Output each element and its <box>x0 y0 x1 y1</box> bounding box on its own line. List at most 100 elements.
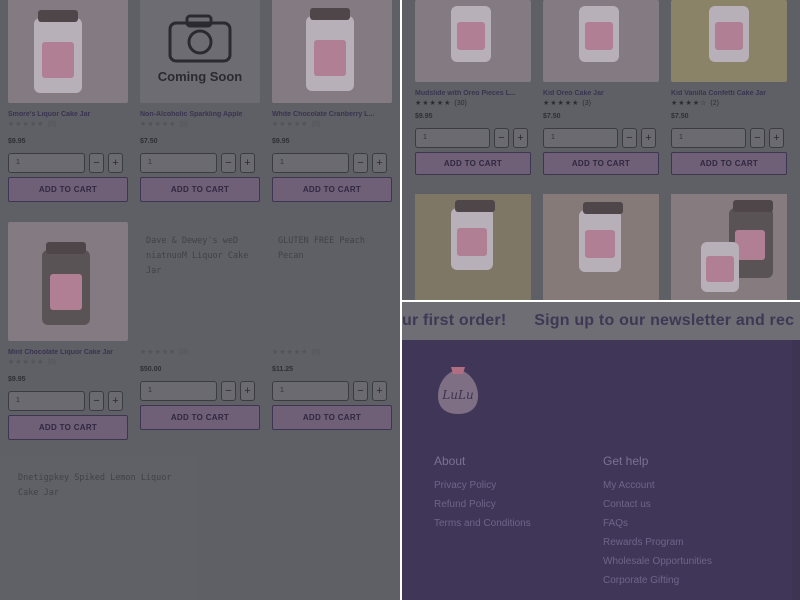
svg-text:LuLu: LuLu <box>441 388 473 402</box>
quantity-input[interactable]: 1 <box>272 153 349 173</box>
quantity-input[interactable]: 1 <box>671 128 746 148</box>
product-image[interactable] <box>8 222 128 341</box>
jar-image <box>42 242 90 325</box>
rating-stars: ★★★★★ (0) <box>140 121 188 128</box>
jar-image <box>709 6 749 62</box>
jar-image <box>579 202 623 272</box>
product-title[interactable]: Non-Alcoholic Sparkling Apple <box>140 111 260 118</box>
product-card: Kid Vanilla Confetti Cake Jar ★★★★☆ (2) $… <box>671 0 787 175</box>
quantity-stepper: 1 − + <box>272 153 392 173</box>
add-to-cart-button[interactable]: ADD TO CART <box>140 405 260 430</box>
product-card: GLUTEN FREE Peach Pecan ★★★★★ (0) $11.25 … <box>272 222 392 430</box>
my-account-link[interactable]: My Account <box>603 480 712 491</box>
product-image[interactable] <box>671 0 787 82</box>
rewards-link[interactable]: Rewards Program <box>603 537 712 548</box>
product-title[interactable]: Mint Chocolate Liquor Cake Jar <box>8 349 128 356</box>
qty-minus-button[interactable]: − <box>353 381 368 401</box>
refund-policy-link[interactable]: Refund Policy <box>434 499 531 510</box>
qty-plus-button[interactable]: + <box>240 381 255 401</box>
qty-plus-button[interactable]: + <box>108 391 123 411</box>
qty-plus-button[interactable]: + <box>108 153 123 173</box>
product-price: $7.50 <box>671 113 689 120</box>
add-to-cart-button[interactable]: ADD TO CART <box>272 177 392 202</box>
product-image[interactable] <box>543 194 659 300</box>
image-alt-text[interactable]: Dnetigpkey Spiked Lemon Liquor Cake Jar <box>0 455 197 558</box>
qty-minus-button[interactable]: − <box>494 128 509 148</box>
quantity-input[interactable]: 1 <box>415 128 490 148</box>
product-image[interactable] <box>543 0 659 82</box>
corporate-gifting-link[interactable]: Corporate Gifting <box>603 575 712 586</box>
rating-stars: ★★★★★ (0) <box>140 349 188 356</box>
add-to-cart-button[interactable]: ADD TO CART <box>272 405 392 430</box>
faqs-link[interactable]: FAQs <box>603 518 712 529</box>
site-footer: ur first order! Sign up to our newslette… <box>402 302 800 600</box>
qty-minus-button[interactable]: − <box>353 153 368 173</box>
product-price: $9.95 <box>272 138 290 145</box>
qty-minus-button[interactable]: − <box>89 153 104 173</box>
product-title[interactable]: Kid Vanilla Confetti Cake Jar <box>671 90 787 97</box>
quantity-stepper: 1 − + <box>140 153 260 173</box>
quantity-input[interactable]: 1 <box>140 153 217 173</box>
product-image[interactable]: Coming Soon <box>140 0 260 103</box>
quantity-stepper: 1 − + <box>140 381 260 401</box>
qty-minus-button[interactable]: − <box>750 128 765 148</box>
qty-plus-button[interactable]: + <box>513 128 528 148</box>
product-image[interactable] <box>671 194 787 300</box>
add-to-cart-button[interactable]: ADD TO CART <box>671 152 787 175</box>
quantity-input[interactable]: 1 <box>272 381 349 401</box>
newsletter-marquee[interactable]: ur first order! Sign up to our newslette… <box>402 302 800 340</box>
product-image[interactable] <box>8 0 128 103</box>
add-to-cart-button[interactable]: ADD TO CART <box>8 415 128 440</box>
quantity-input[interactable]: 1 <box>543 128 618 148</box>
product-image[interactable] <box>415 0 531 82</box>
quantity-input[interactable]: 1 <box>140 381 217 401</box>
quantity-stepper: 1 − + <box>415 128 531 148</box>
qty-minus-button[interactable]: − <box>221 381 236 401</box>
product-grid-right: Mudslide with Oreo Pieces L... ★★★★★ (30)… <box>402 0 800 300</box>
add-to-cart-button[interactable]: ADD TO CART <box>543 152 659 175</box>
add-to-cart-button[interactable]: ADD TO CART <box>140 177 260 202</box>
wholesale-link[interactable]: Wholesale Opportunities <box>603 556 712 567</box>
quantity-input[interactable]: 1 <box>8 391 85 411</box>
qty-plus-button[interactable]: + <box>641 128 656 148</box>
product-price: $9.95 <box>8 376 26 383</box>
product-price: $9.95 <box>8 138 26 145</box>
panel-divider <box>400 300 800 302</box>
product-title[interactable]: Smore's Liquor Cake Jar <box>8 111 128 118</box>
image-alt-text[interactable]: GLUTEN FREE Peach Pecan <box>272 222 392 342</box>
qty-minus-button[interactable]: − <box>89 391 104 411</box>
product-title[interactable]: Kid Oreo Cake Jar <box>543 90 659 97</box>
product-price: $7.50 <box>140 138 158 145</box>
brand-logo[interactable]: LuLu <box>434 366 482 416</box>
footer-help: Get help My Account Contact us FAQs Rewa… <box>603 454 712 594</box>
add-to-cart-button[interactable]: ADD TO CART <box>8 177 128 202</box>
product-image[interactable] <box>272 0 392 103</box>
product-image[interactable] <box>415 194 531 300</box>
quantity-stepper: 1 − + <box>8 153 128 173</box>
product-card: Mudslide with Oreo Pieces L... ★★★★★ (30)… <box>415 0 531 175</box>
quantity-input[interactable]: 1 <box>8 153 85 173</box>
contact-link[interactable]: Contact us <box>603 499 712 510</box>
qty-plus-button[interactable]: + <box>372 153 387 173</box>
jar-image <box>579 6 619 62</box>
footer-heading: About <box>434 454 466 468</box>
coming-soon-label: Coming Soon <box>157 69 243 84</box>
qty-plus-button[interactable]: + <box>240 153 255 173</box>
image-alt-text[interactable]: Dave & Dewey's weD niatnuoM Liquor Cake … <box>140 222 260 342</box>
rating-stars: ★★★★★ (30) <box>415 100 467 107</box>
jar-image <box>306 8 354 91</box>
qty-minus-button[interactable]: − <box>622 128 637 148</box>
rating-stars: ★★★★★ (0) <box>272 121 320 128</box>
rating-stars: ★★★★★ (0) <box>8 121 56 128</box>
qty-minus-button[interactable]: − <box>221 153 236 173</box>
privacy-policy-link[interactable]: Privacy Policy <box>434 480 531 491</box>
product-title[interactable]: White Chocolate Cranberry L... <box>272 111 392 118</box>
qty-plus-button[interactable]: + <box>769 128 784 148</box>
add-to-cart-button[interactable]: ADD TO CART <box>415 152 531 175</box>
terms-link[interactable]: Terms and Conditions <box>434 518 531 529</box>
qty-plus-button[interactable]: + <box>372 381 387 401</box>
rating-stars: ★★★★☆ (2) <box>671 100 719 107</box>
product-card: Kid Oreo Cake Jar ★★★★★ (3) $7.50 1 − + A… <box>543 0 659 175</box>
product-title[interactable]: Mudslide with Oreo Pieces L... <box>415 90 531 97</box>
marquee-text: ur first order! Sign up to our newslette… <box>402 312 795 329</box>
